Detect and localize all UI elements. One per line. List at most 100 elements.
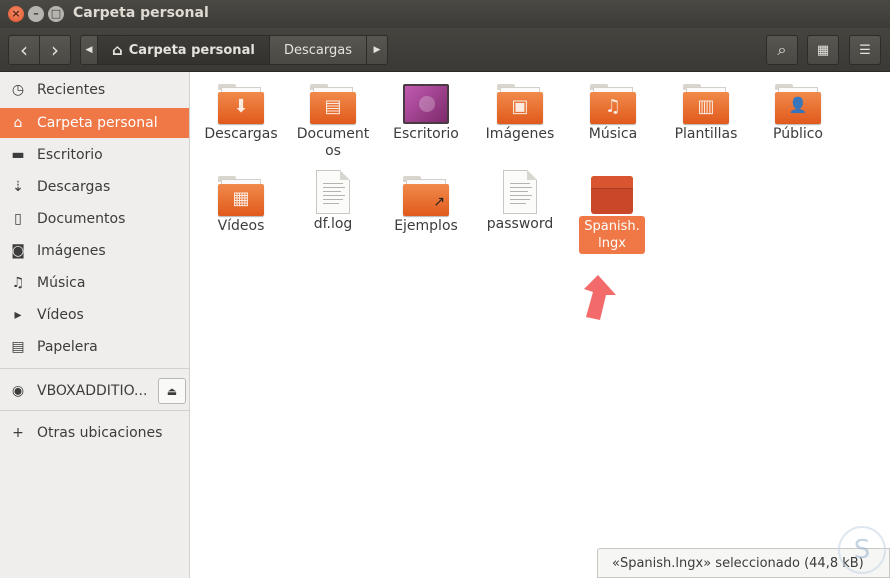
- trash-icon: ▤: [11, 339, 25, 355]
- document-icon: ▯: [14, 211, 22, 227]
- file-manager-window: × – □ Carpeta personal ‹ › ◀ ⌂ Carpeta p…: [0, 0, 890, 578]
- template-emblem-icon: ▥: [697, 96, 715, 117]
- sidebar-item-videos[interactable]: ▸ Vídeos: [0, 300, 189, 330]
- file-label: Vídeos: [217, 218, 265, 234]
- home-icon: ⌂: [13, 115, 23, 131]
- file-item-password[interactable]: password: [475, 170, 565, 233]
- eject-icon: ⏏: [166, 384, 178, 398]
- path-scroll-right-button[interactable]: ▶: [366, 35, 388, 65]
- sidebar-item-label: Vídeos: [37, 307, 84, 323]
- breadcrumb-home-label: Carpeta personal: [128, 42, 255, 58]
- file-item-ejemplos[interactable]: ↗ Ejemplos: [381, 176, 471, 235]
- download-emblem-icon: ⬇: [233, 96, 249, 117]
- back-button[interactable]: ‹: [8, 35, 40, 65]
- sidebar-item-label: Imágenes: [37, 243, 106, 259]
- hamburger-icon: ☰: [859, 42, 871, 58]
- sidebar-divider: [0, 368, 189, 369]
- file-item-escritorio[interactable]: Escritorio: [381, 84, 471, 143]
- plus-icon: +: [12, 425, 24, 441]
- forward-button[interactable]: ›: [39, 35, 71, 65]
- sidebar-item-carpeta-personal[interactable]: ⌂ Carpeta personal: [0, 108, 189, 138]
- home-icon: ⌂: [112, 41, 123, 59]
- camera-icon: ◙: [11, 243, 25, 259]
- file-item-imagenes[interactable]: ▣ Imágenes: [475, 84, 565, 143]
- sidebar-item-label: VBOXADDITIO...: [37, 383, 148, 399]
- file-label: Plantillas: [674, 126, 738, 142]
- file-item-plantillas[interactable]: ▥ Plantillas: [661, 84, 751, 143]
- breadcrumb-descargas[interactable]: Descargas: [269, 35, 367, 65]
- path-scroll-left-button[interactable]: ◀: [80, 35, 98, 65]
- view-mode-button[interactable]: ▦: [807, 35, 839, 65]
- sidebar-item-label: Recientes: [37, 82, 106, 98]
- sidebar-item-imagenes[interactable]: ◙ Imágenes: [0, 236, 189, 266]
- file-item-documentos[interactable]: ▤ Documentos: [288, 84, 378, 160]
- file-view: ⬇ Descargas ▤ Documentos Escritorio ▣ Im…: [190, 72, 890, 578]
- link-emblem-icon: ↗: [433, 194, 445, 210]
- disc-icon: ◉: [11, 383, 25, 399]
- file-label: Música: [588, 126, 638, 142]
- file-label: password: [486, 216, 554, 232]
- sidebar-item-otras-ubicaciones[interactable]: + Otras ubicaciones: [0, 418, 189, 448]
- sidebar-item-label: Otras ubicaciones: [37, 425, 163, 441]
- eject-button[interactable]: ⏏: [158, 378, 186, 404]
- chevron-right-icon: ›: [51, 38, 59, 62]
- desktop-icon: ▬: [11, 147, 25, 163]
- sidebar-item-descargas[interactable]: ⇣ Descargas: [0, 172, 189, 202]
- file-item-descargas[interactable]: ⬇ Descargas: [196, 84, 286, 143]
- minimize-window-button[interactable]: –: [28, 6, 44, 22]
- folder-icon: ♫: [590, 84, 636, 124]
- desktop-folder-icon: [403, 84, 449, 124]
- folder-icon: ⬇: [218, 84, 264, 124]
- sidebar-item-label: Papelera: [37, 339, 98, 355]
- file-item-musica[interactable]: ♫ Música: [568, 84, 658, 143]
- maximize-window-button[interactable]: □: [48, 6, 64, 22]
- sidebar-item-label: Música: [37, 275, 86, 291]
- sidebar-item-label: Descargas: [37, 179, 111, 195]
- menu-button[interactable]: ☰: [849, 35, 881, 65]
- folder-icon: ▤: [310, 84, 356, 124]
- download-icon: ⇣: [12, 179, 24, 195]
- site-logo-watermark: S: [838, 526, 886, 574]
- file-label: Escritorio: [393, 126, 459, 142]
- file-item-publico[interactable]: 👤 Público: [753, 84, 843, 143]
- person-emblem-icon: 👤: [788, 96, 808, 114]
- package-icon: [591, 176, 633, 214]
- close-window-button[interactable]: ×: [8, 6, 24, 22]
- file-item-spanish-lngx[interactable]: Spanish.lngx: [567, 176, 657, 254]
- search-icon: ⌕: [777, 40, 787, 59]
- grid-icon: ▦: [816, 42, 830, 58]
- sidebar-item-vboxadditions[interactable]: ◉ VBOXADDITIO...: [0, 376, 156, 406]
- document-emblem-icon: ▤: [324, 96, 342, 117]
- sidebar: ◷ Recientes ⌂ Carpeta personal ▬ Escritorio…: [0, 72, 190, 578]
- picture-emblem-icon: ▣: [511, 96, 529, 117]
- triangle-right-icon: ▶: [373, 45, 381, 55]
- sidebar-item-label: Carpeta personal: [37, 115, 158, 131]
- window-title: Carpeta personal: [73, 5, 209, 21]
- sidebar-item-documentos[interactable]: ▯ Documentos: [0, 204, 189, 234]
- file-label: Ejemplos: [394, 218, 458, 234]
- sidebar-item-escritorio[interactable]: ▬ Escritorio: [0, 140, 189, 170]
- file-item-df-log[interactable]: df.log: [288, 170, 378, 233]
- folder-icon: ▦: [218, 176, 264, 216]
- search-button[interactable]: ⌕: [766, 35, 798, 65]
- file-label: Descargas: [204, 126, 278, 142]
- breadcrumb-descargas-label: Descargas: [283, 42, 352, 58]
- video-icon: ▸: [14, 307, 22, 323]
- file-label: Público: [773, 126, 823, 142]
- sidebar-item-label: Documentos: [37, 211, 126, 227]
- status-text: «Spanish.lngx» seleccionado (44,8 kB): [612, 555, 864, 571]
- folder-icon: ▣: [497, 84, 543, 124]
- breadcrumb-home[interactable]: ⌂ Carpeta personal: [97, 35, 270, 65]
- sidebar-item-recientes[interactable]: ◷ Recientes: [0, 75, 189, 105]
- sidebar-divider: [0, 410, 189, 411]
- sidebar-item-musica[interactable]: ♫ Música: [0, 268, 189, 298]
- folder-icon: ↗: [403, 176, 449, 216]
- file-label: Spanish.lngx: [579, 216, 645, 254]
- file-item-videos[interactable]: ▦ Vídeos: [196, 176, 286, 235]
- text-file-icon: [503, 170, 537, 214]
- file-label: df.log: [313, 216, 353, 232]
- logo-letter: S: [853, 535, 871, 565]
- sidebar-item-papelera[interactable]: ▤ Papelera: [0, 332, 189, 362]
- music-note-icon: ♫: [11, 275, 25, 291]
- file-label: Imágenes: [485, 126, 555, 142]
